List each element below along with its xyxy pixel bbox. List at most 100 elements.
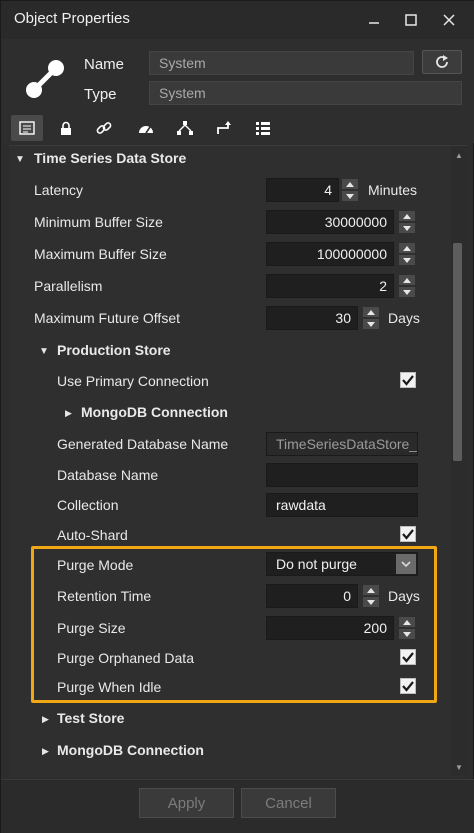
use-primary-label: Use Primary Connection — [57, 373, 209, 389]
spin-down-icon — [363, 319, 379, 329]
refresh-icon — [436, 55, 448, 68]
spin-down-icon — [399, 287, 415, 297]
collapse-caret-icon[interactable]: ▼ — [15, 154, 25, 165]
minimize-icon — [369, 22, 379, 24]
production-store-title[interactable]: Production Store — [57, 342, 171, 358]
spin-up-icon — [399, 617, 415, 627]
mongodb-section-expand-icon[interactable]: ▶ — [42, 746, 49, 757]
min-buffer-input[interactable]: 30000000 — [266, 210, 394, 234]
spin-up-icon — [363, 307, 379, 317]
mongodb-expand-icon[interactable]: ▶ — [65, 408, 72, 419]
retention-spinner[interactable] — [363, 585, 379, 607]
routing-tab[interactable] — [208, 115, 240, 141]
purge-size-input[interactable]: 200 — [266, 616, 394, 640]
section-title[interactable]: Time Series Data Store — [34, 150, 186, 166]
security-tab[interactable] — [50, 115, 82, 141]
close-button[interactable] — [429, 1, 469, 39]
spin-down-icon — [399, 629, 415, 639]
apply-button[interactable]: Apply — [139, 788, 234, 818]
scroll-up-icon[interactable]: ▲ — [451, 148, 467, 162]
db-name-label: Database Name — [57, 467, 159, 483]
latency-unit: Minutes — [368, 182, 418, 198]
max-future-input[interactable]: 30 — [266, 306, 358, 330]
name-field[interactable]: System — [149, 51, 414, 75]
purge-idle-checkbox[interactable] — [400, 678, 416, 694]
title-bar: Object Properties — [1, 1, 474, 39]
max-buffer-input[interactable]: 100000000 — [266, 242, 394, 266]
collection-input[interactable]: rawdata — [266, 493, 418, 517]
hierarchy-icon — [177, 121, 193, 135]
retention-input[interactable]: 0 — [266, 584, 358, 608]
spin-down-icon — [342, 191, 358, 201]
max-buffer-spinner[interactable] — [399, 243, 415, 265]
min-buffer-spinner[interactable] — [399, 211, 415, 233]
spin-down-icon — [399, 223, 415, 233]
max-future-unit: Days — [388, 310, 420, 326]
auto-shard-label: Auto-Shard — [57, 527, 128, 543]
auto-shard-checkbox[interactable] — [400, 526, 416, 542]
purge-orphaned-checkbox[interactable] — [400, 649, 416, 665]
test-store-expand-icon[interactable]: ▶ — [42, 714, 49, 725]
hierarchy-tab[interactable] — [169, 115, 201, 141]
gauge-icon — [139, 126, 153, 134]
maximize-icon — [405, 14, 417, 26]
close-icon — [443, 14, 455, 26]
latency-label: Latency — [34, 182, 84, 198]
max-future-spinner[interactable] — [363, 307, 379, 329]
use-primary-checkbox[interactable] — [400, 372, 416, 388]
path-arrow-icon — [217, 121, 231, 134]
refresh-button[interactable] — [422, 50, 462, 74]
type-label: Type — [84, 86, 117, 103]
list-tab[interactable] — [247, 115, 279, 141]
object-properties-window: Object Properties Name System Type Syste… — [0, 0, 474, 833]
parallelism-spinner[interactable] — [399, 275, 415, 297]
min-buffer-label: Minimum Buffer Size — [34, 214, 163, 230]
checkmark-icon — [402, 375, 414, 386]
spin-up-icon — [399, 243, 415, 253]
scrollbar-thumb[interactable] — [453, 243, 462, 461]
spin-up-icon — [342, 179, 358, 189]
mongodb-section-title[interactable]: MongoDB Connection — [57, 742, 204, 758]
spin-down-icon — [363, 597, 379, 607]
purge-orphaned-label: Purge Orphaned Data — [57, 650, 194, 666]
checkmark-icon — [402, 652, 414, 663]
lock-icon — [61, 121, 71, 135]
purge-idle-label: Purge When Idle — [57, 679, 162, 695]
db-name-input[interactable] — [266, 463, 418, 487]
gen-db-field: TimeSeriesDataStore_6 — [266, 432, 418, 456]
parallelism-input[interactable]: 2 — [266, 274, 394, 298]
connection-node-icon — [26, 60, 64, 98]
spin-up-icon — [399, 275, 415, 285]
production-caret-icon[interactable]: ▼ — [39, 346, 49, 357]
scroll-down-icon[interactable]: ▼ — [451, 760, 467, 774]
test-store-title[interactable]: Test Store — [57, 710, 124, 726]
gen-db-label: Generated Database Name — [57, 436, 229, 452]
purge-mode-dropdown-button[interactable] — [396, 554, 416, 574]
links-tab[interactable] — [88, 115, 120, 141]
purge-mode-label: Purge Mode — [57, 557, 134, 573]
checkmark-icon — [402, 529, 414, 540]
type-field: System — [149, 81, 462, 105]
properties-icon — [19, 121, 35, 135]
parallelism-label: Parallelism — [34, 278, 103, 294]
retention-unit: Days — [388, 588, 420, 604]
cancel-button[interactable]: Cancel — [241, 788, 336, 818]
mongodb-connection-label[interactable]: MongoDB Connection — [81, 404, 228, 420]
performance-tab[interactable] — [130, 115, 162, 141]
scrollbar-track[interactable] — [451, 146, 467, 776]
minimize-button[interactable] — [354, 1, 394, 39]
purge-size-spinner[interactable] — [399, 617, 415, 639]
spin-down-icon — [399, 255, 415, 265]
collection-label: Collection — [57, 497, 119, 513]
checkmark-icon — [402, 681, 414, 692]
spin-up-icon — [363, 585, 379, 595]
chevron-down-icon — [401, 561, 411, 567]
latency-spinner[interactable] — [342, 179, 358, 201]
name-label: Name — [84, 56, 125, 73]
maximize-button[interactable] — [391, 1, 431, 39]
list-icon — [256, 122, 270, 135]
properties-tab[interactable] — [11, 115, 43, 141]
max-future-label: Maximum Future Offset — [34, 310, 181, 326]
latency-input[interactable]: 4 — [266, 178, 339, 202]
link-icon — [96, 122, 112, 134]
